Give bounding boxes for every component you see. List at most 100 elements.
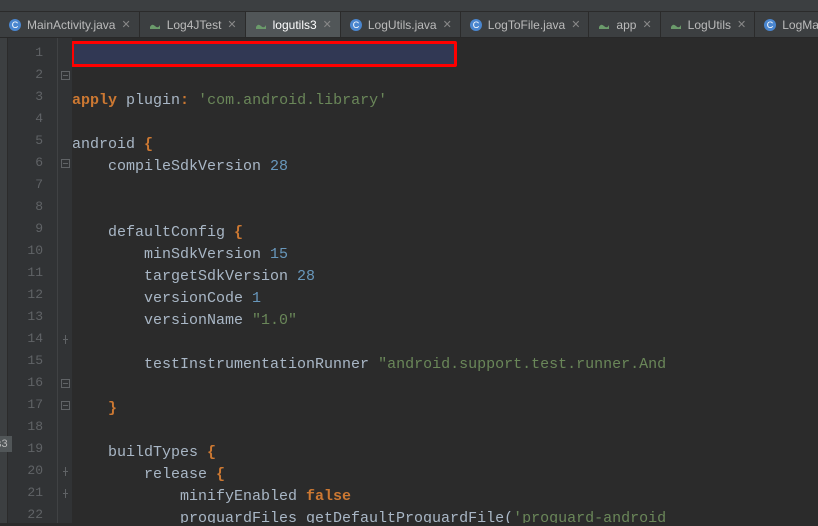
tab-logma[interactable]: CLogMa✕ [755,12,818,37]
close-icon[interactable]: ✕ [227,18,236,31]
line-number[interactable]: 8 [8,196,57,218]
code-line[interactable]: } [72,398,818,420]
fold-marker[interactable] [58,394,72,416]
code-line[interactable] [72,376,818,398]
code-line[interactable]: versionName "1.0" [72,310,818,332]
tab-label: LogMa [782,18,818,32]
code-line[interactable] [72,420,818,442]
line-number[interactable]: 21 [8,482,57,504]
code-line[interactable]: android { [72,134,818,156]
code-line[interactable] [72,200,818,222]
fold-marker [58,108,72,130]
close-icon[interactable]: ✕ [737,18,746,31]
gradle-icon [669,18,683,32]
line-number[interactable]: 17 [8,394,57,416]
code-line[interactable] [72,332,818,354]
code-line[interactable] [72,112,818,134]
fold-marker [58,42,72,64]
code-editor[interactable]: apply plugin: 'com.android.library' andro… [72,38,818,523]
fold-marker [58,284,72,306]
fold-gutter[interactable] [58,38,72,523]
line-number[interactable]: 9 [8,218,57,240]
line-number[interactable]: 19 [8,438,57,460]
line-number-gutter[interactable]: 12345678910111213141516171819202122 [8,38,58,523]
close-icon[interactable]: ✕ [121,18,130,31]
line-number[interactable]: 10 [8,240,57,262]
fold-marker[interactable] [58,482,72,504]
java-class-icon: C [349,18,363,32]
tab-app[interactable]: app ✕ [589,12,660,37]
code-line[interactable]: release { [72,464,818,486]
close-icon[interactable]: ✕ [642,18,651,31]
fold-marker[interactable] [58,460,72,482]
breadcrumb-sidebar: s3 [0,38,8,523]
fold-marker [58,262,72,284]
fold-marker [58,416,72,438]
line-number[interactable]: 20 [8,460,57,482]
code-line[interactable]: minifyEnabled false [72,486,818,508]
window-top-strip [0,0,818,12]
svg-text:C: C [353,20,360,30]
gradle-icon [597,18,611,32]
java-class-icon: C [469,18,483,32]
fold-marker [58,196,72,218]
java-class-icon: C [8,18,22,32]
code-line[interactable]: compileSdkVersion 28 [72,156,818,178]
fold-marker[interactable] [58,152,72,174]
line-number[interactable]: 3 [8,86,57,108]
fold-marker[interactable] [58,64,72,86]
fold-marker [58,218,72,240]
tab-logutils3[interactable]: logutils3✕ [246,12,341,37]
highlight-annotation [72,41,457,67]
editor-tab-bar: CMainActivity.java✕Log4JTest✕logutils3✕C… [0,12,818,38]
svg-text:C: C [767,20,774,30]
fold-marker [58,240,72,262]
close-icon[interactable]: ✕ [571,18,580,31]
tab-log4jtest[interactable]: Log4JTest ✕ [140,12,246,37]
fold-marker [58,174,72,196]
line-number[interactable]: 1 [8,42,57,64]
code-line[interactable]: defaultConfig { [72,222,818,244]
line-number[interactable]: 18 [8,416,57,438]
line-number[interactable]: 16 [8,372,57,394]
code-line[interactable]: buildTypes { [72,442,818,464]
tab-logtofile-java[interactable]: CLogToFile.java✕ [461,12,590,37]
line-number[interactable]: 15 [8,350,57,372]
tab-mainactivity-java[interactable]: CMainActivity.java✕ [0,12,140,37]
line-number[interactable]: 12 [8,284,57,306]
fold-marker [58,438,72,460]
line-number[interactable]: 2 [8,64,57,86]
code-line[interactable]: apply plugin: 'com.android.library' [72,90,818,112]
svg-text:C: C [12,20,19,30]
line-number[interactable]: 6 [8,152,57,174]
tab-label: app [616,18,636,32]
code-line[interactable]: minSdkVersion 15 [72,244,818,266]
fold-marker[interactable] [58,328,72,350]
code-line[interactable]: testInstrumentationRunner "android.suppo… [72,354,818,376]
tab-logutils[interactable]: LogUtils✕ [661,12,756,37]
java-class-icon: C [763,18,777,32]
code-line[interactable]: versionCode 1 [72,288,818,310]
fold-marker [58,306,72,328]
line-number[interactable]: 5 [8,130,57,152]
line-number[interactable]: 14 [8,328,57,350]
svg-text:C: C [473,20,480,30]
code-line[interactable]: targetSdkVersion 28 [72,266,818,288]
line-number[interactable]: 4 [8,108,57,130]
fold-marker [58,86,72,108]
tab-label: Log4JTest [167,18,222,32]
close-icon[interactable]: ✕ [443,18,452,31]
code-line[interactable]: proguardFiles getDefaultProguardFile('pr… [72,508,818,523]
breadcrumb-stub[interactable]: s3 [0,436,12,452]
fold-marker [58,350,72,372]
fold-marker [58,130,72,152]
tab-logutils-java[interactable]: C LogUtils.java ✕ [341,12,461,37]
close-icon[interactable]: ✕ [323,18,332,31]
line-number[interactable]: 7 [8,174,57,196]
code-line[interactable] [72,178,818,200]
line-number[interactable]: 13 [8,306,57,328]
gradle-icon [148,18,162,32]
tab-label: LogUtils.java [368,18,437,32]
line-number[interactable]: 11 [8,262,57,284]
fold-marker[interactable] [58,372,72,394]
